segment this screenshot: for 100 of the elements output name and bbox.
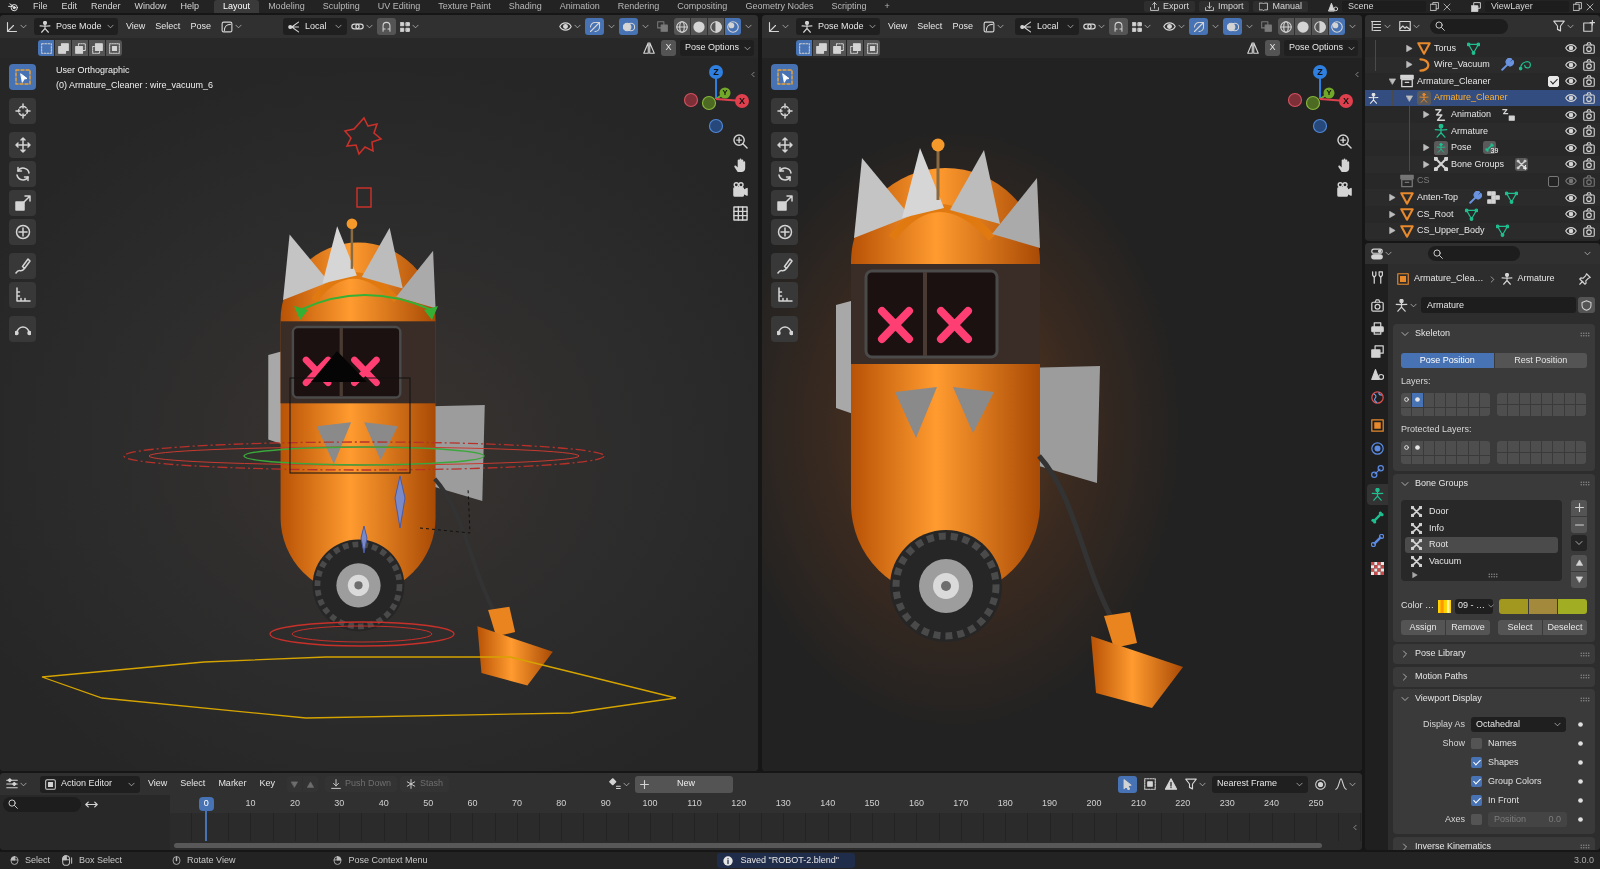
- tool-button[interactable]: [9, 316, 36, 342]
- axis-handle[interactable]: X: [1319, 94, 1353, 108]
- snap-toggle[interactable]: [376, 18, 396, 35]
- select-mode-button[interactable]: [813, 40, 829, 56]
- tool-button[interactable]: [9, 282, 36, 308]
- menu-item[interactable]: Select: [150, 20, 186, 33]
- mirror-toggle[interactable]: [1244, 39, 1261, 57]
- camera-icon[interactable]: [1583, 141, 1595, 154]
- eye-icon[interactable]: [1565, 75, 1577, 88]
- chevron-right-icon[interactable]: [1401, 672, 1409, 681]
- axis-handle[interactable]: [1305, 95, 1321, 111]
- shading-button[interactable]: [1295, 18, 1311, 35]
- vertex-triangle-icon[interactable]: [1464, 207, 1478, 221]
- copy-icon[interactable]: [1573, 2, 1582, 11]
- axis-handle[interactable]: [708, 118, 724, 134]
- tool-button[interactable]: [771, 132, 798, 158]
- camera-icon[interactable]: [1583, 158, 1595, 171]
- menu-item[interactable]: File: [26, 0, 55, 13]
- pin-icon[interactable]: [1579, 273, 1591, 285]
- menu-item[interactable]: View: [143, 778, 173, 790]
- camera-icon[interactable]: [1583, 224, 1595, 237]
- menu-item[interactable]: Window: [127, 0, 174, 13]
- eye-icon[interactable]: [1565, 141, 1577, 154]
- dot-icon[interactable]: [1578, 798, 1583, 803]
- camera-icon[interactable]: [1583, 125, 1595, 138]
- chevron-left-icon[interactable]: [1352, 823, 1358, 832]
- select-mode-button[interactable]: [106, 40, 122, 56]
- list-item[interactable]: Info: [1405, 520, 1558, 537]
- eye-icon[interactable]: [1565, 208, 1577, 221]
- app-logo-icon[interactable]: [8, 1, 18, 12]
- editor-type-dropdown[interactable]: [1369, 245, 1394, 262]
- vertex-triangle-icon[interactable]: [1505, 191, 1519, 205]
- shading-button[interactable]: [691, 18, 707, 35]
- tool-button[interactable]: [771, 64, 798, 90]
- checkbox-label[interactable]: In Front: [1488, 794, 1519, 807]
- eye-icon[interactable]: [1565, 42, 1577, 55]
- checkbox[interactable]: [1471, 795, 1482, 806]
- box-icon[interactable]: [1400, 74, 1414, 89]
- tool-button[interactable]: [771, 316, 798, 342]
- triangle-right-icon[interactable]: [1422, 144, 1430, 152]
- color-field[interactable]: [1528, 598, 1558, 614]
- mirror-x-toggle[interactable]: X: [661, 40, 676, 56]
- eye-icon[interactable]: [1565, 158, 1577, 171]
- position-toggle[interactable]: Rest Position: [1494, 353, 1587, 368]
- select-mode-button[interactable]: [864, 40, 880, 56]
- chevron-left-icon[interactable]: [1354, 70, 1360, 79]
- stick-figure-icon[interactable]: [1434, 124, 1448, 139]
- show-hidden-toggle[interactable]: [1141, 775, 1158, 793]
- menu-item[interactable]: Select: [912, 20, 948, 33]
- list-item[interactable]: Vacuum: [1405, 553, 1558, 570]
- shading-button[interactable]: [1312, 18, 1328, 35]
- snap-mode-dropdown[interactable]: Nearest Frame: [1212, 775, 1308, 793]
- camera-icon[interactable]: [1583, 58, 1595, 71]
- menu-item[interactable]: Render: [84, 0, 128, 13]
- display-as-dropdown[interactable]: Octahedral: [1471, 717, 1566, 732]
- checkbox[interactable]: [1471, 757, 1482, 768]
- shading-button[interactable]: [674, 18, 690, 35]
- workspace-tab[interactable]: Modeling: [259, 0, 314, 13]
- tool-button[interactable]: [9, 98, 36, 124]
- panel-button[interactable]: Assign: [1401, 619, 1445, 635]
- menu-item[interactable]: Pose: [185, 20, 216, 33]
- menu-item[interactable]: Marker: [213, 778, 252, 790]
- keyframe-area[interactable]: 0 10 20 30 40 50 60 70 80 90 100 110 120 130 140 150 160 170 180 190 200 210 220 230 240 250: [170, 795, 1362, 850]
- workspace-tab[interactable]: Sculpting: [313, 0, 369, 13]
- triangle-down-icon[interactable]: [1388, 78, 1396, 85]
- grid-squares-icon[interactable]: [1487, 191, 1501, 205]
- overlay-toggle[interactable]: [1223, 18, 1242, 35]
- stick-figure-icon[interactable]: [1434, 140, 1448, 155]
- panel-title[interactable]: Skeleton: [1415, 328, 1451, 340]
- curve-icon[interactable]: [1518, 58, 1532, 72]
- axis-handle[interactable]: [683, 92, 699, 108]
- search-field[interactable]: [3, 796, 81, 812]
- workspace-tab[interactable]: Rendering: [608, 0, 669, 13]
- new-action-button[interactable]: New: [634, 775, 733, 793]
- top-bar-button[interactable]: Manual: [1253, 1, 1308, 12]
- select-mode-button[interactable]: [72, 40, 88, 56]
- move-down-button[interactable]: [1571, 571, 1587, 588]
- menu-item[interactable]: Select: [175, 778, 211, 790]
- triangle-right-icon[interactable]: [1412, 572, 1418, 578]
- panel-button[interactable]: Select: [1498, 619, 1542, 635]
- orientation-dropdown[interactable]: Local: [1014, 18, 1079, 35]
- panel-title[interactable]: Pose Library: [1415, 648, 1466, 660]
- playhead-line[interactable]: [205, 811, 208, 841]
- workspace-tab[interactable]: Animation: [550, 0, 609, 13]
- triangle-right-icon[interactable]: [1422, 160, 1430, 168]
- eye-icon[interactable]: [1565, 108, 1577, 121]
- camera-icon[interactable]: [1583, 42, 1595, 55]
- axis-handle[interactable]: [701, 95, 717, 111]
- triangle-icon[interactable]: [1417, 41, 1431, 56]
- shading-button[interactable]: [725, 18, 741, 35]
- checkbox[interactable]: [1471, 738, 1482, 749]
- tool-button[interactable]: [771, 253, 798, 279]
- layer-toggle[interactable]: [1423, 407, 1434, 416]
- shading-button[interactable]: [1329, 18, 1345, 35]
- eye-icon[interactable]: [1565, 224, 1577, 237]
- menu-item[interactable]: Key: [254, 778, 280, 790]
- tool-button[interactable]: [9, 132, 36, 158]
- scrollbar[interactable]: [174, 843, 1322, 848]
- layer-toggle[interactable]: [1401, 393, 1412, 407]
- triangle-icon[interactable]: [1400, 190, 1414, 205]
